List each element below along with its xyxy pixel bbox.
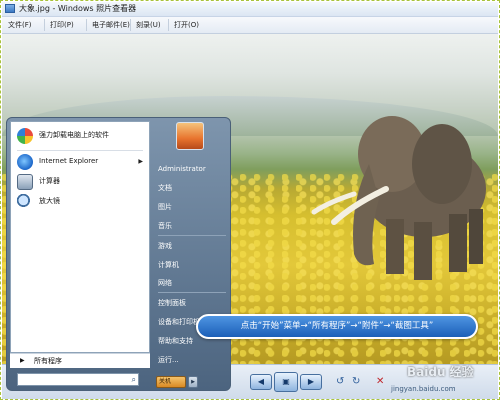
start-search-input[interactable]: ⌕ [17, 373, 139, 386]
start-menu-places: Administrator 文档 图片 音乐 游戏 计算机 网络 控制面板 设备… [153, 121, 229, 389]
program-label: Internet Explorer [39, 157, 99, 165]
start-menu-programs: 强力卸载电脑上的软件 Internet Explorer ▶ 计算器 放大镜 [10, 121, 150, 353]
baidu-watermark: Baidu 经验 jingyan.baidu.com [389, 361, 497, 399]
watermark-brand: Baidu 经验 [407, 365, 474, 379]
link-network[interactable]: 网络 [158, 278, 172, 288]
program-calculator[interactable]: 计算器 [13, 172, 147, 192]
all-programs-button[interactable]: ▶ 所有程序 [10, 353, 150, 368]
instruction-callout: 点击“开始”菜单→“所有程序”→“附件”→“截图工具” [196, 314, 478, 339]
elephant-image [311, 116, 486, 280]
user-name-link[interactable]: Administrator [158, 164, 206, 174]
divider [158, 235, 226, 236]
calculator-icon [17, 174, 33, 190]
menu-separator [130, 19, 131, 31]
link-control-panel[interactable]: 控制面板 [158, 298, 186, 308]
menu-print[interactable]: 打印(P) [50, 20, 74, 30]
menu-open[interactable]: 打开(O) [174, 20, 199, 30]
window-title: 大象.jpg - Windows 照片查看器 [19, 4, 137, 13]
slideshow-button[interactable]: ▣ [274, 372, 298, 392]
photo-viewer-window: 大象.jpg - Windows 照片查看器 文件(F) 打印(P) 电子邮件(… [0, 0, 500, 400]
program-uninstaller[interactable]: 强力卸载电脑上的软件 [13, 126, 147, 146]
menu-bar: 文件(F) 打印(P) 电子邮件(E) 刻录(U) 打开(O) [2, 17, 498, 34]
link-music[interactable]: 音乐 [158, 221, 172, 231]
search-icon: ⌕ [131, 375, 136, 384]
shutdown-button[interactable]: 关机 [156, 376, 186, 388]
divider [158, 292, 226, 293]
link-run[interactable]: 运行... [158, 355, 179, 365]
photo-viewer-icon [5, 4, 15, 13]
menu-file[interactable]: 文件(F) [8, 20, 32, 30]
delete-icon[interactable]: ✕ [376, 376, 384, 388]
next-button[interactable]: ▶ [300, 374, 322, 390]
link-help-support[interactable]: 帮助和支持 [158, 336, 193, 346]
link-pictures[interactable]: 图片 [158, 202, 172, 212]
rotate-left-icon[interactable]: ↺ [336, 376, 344, 388]
program-label: 计算器 [39, 177, 60, 185]
menu-separator [86, 19, 87, 31]
all-programs-arrow-icon: ▶ [20, 357, 25, 364]
program-internet-explorer[interactable]: Internet Explorer ▶ [13, 152, 147, 172]
divider [17, 150, 143, 151]
shutdown-options-button[interactable]: ▶ [188, 376, 198, 388]
menu-burn[interactable]: 刻录(U) [136, 20, 161, 30]
title-bar: 大象.jpg - Windows 照片查看器 [2, 2, 498, 17]
link-devices-printers[interactable]: 设备和打印机 [158, 317, 200, 327]
link-documents[interactable]: 文档 [158, 183, 172, 193]
user-avatar[interactable] [176, 122, 204, 150]
program-label: 放大镜 [39, 197, 60, 205]
magnifier-icon [17, 194, 33, 210]
colorful-orb-icon [17, 128, 33, 144]
submenu-arrow-icon: ▶ [138, 158, 143, 165]
program-magnifier[interactable]: 放大镜 [13, 192, 147, 212]
menu-email[interactable]: 电子邮件(E) [92, 20, 130, 30]
link-games[interactable]: 游戏 [158, 241, 172, 251]
ie-icon [17, 154, 33, 170]
previous-button[interactable]: ◀ [250, 374, 272, 390]
link-computer[interactable]: 计算机 [158, 260, 179, 270]
menu-separator [44, 19, 45, 31]
watermark-url: jingyan.baidu.com [391, 385, 456, 393]
all-programs-label: 所有程序 [34, 357, 62, 365]
menu-separator [168, 19, 169, 31]
program-label: 强力卸载电脑上的软件 [39, 131, 109, 139]
start-menu: 强力卸载电脑上的软件 Internet Explorer ▶ 计算器 放大镜 ▶… [6, 117, 231, 391]
rotate-right-icon[interactable]: ↻ [352, 376, 360, 388]
